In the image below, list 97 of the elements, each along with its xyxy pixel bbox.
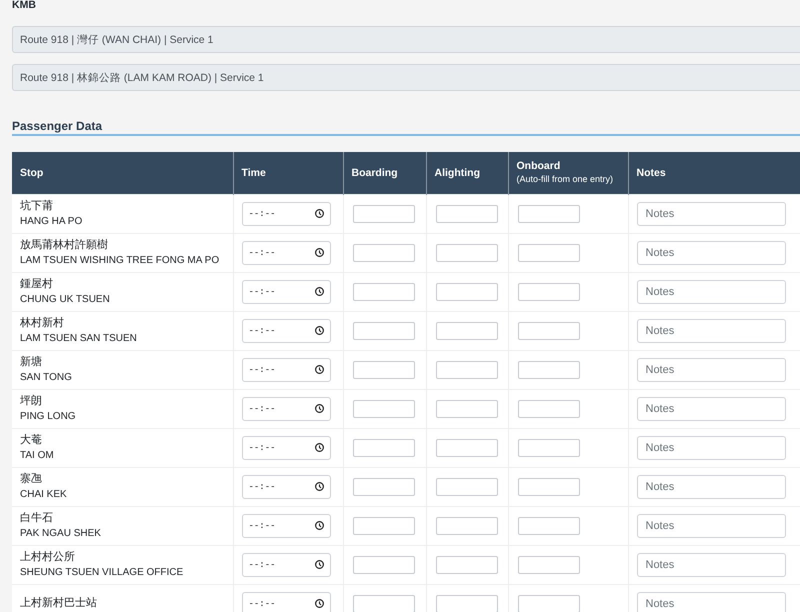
stop-name-english: LAM TSUEN SAN TSUEN [20, 332, 137, 346]
boarding-field[interactable] [352, 438, 414, 456]
onboard-field[interactable] [518, 556, 580, 574]
clock-icon[interactable] [314, 365, 324, 374]
boarding-field[interactable] [352, 244, 414, 262]
onboard-field[interactable] [518, 594, 580, 612]
clock-icon[interactable] [314, 326, 324, 335]
clock-icon[interactable] [314, 404, 324, 413]
onboard-field[interactable] [518, 400, 580, 418]
time-field[interactable]: --:-- [242, 552, 330, 576]
alighting-field[interactable] [436, 478, 498, 496]
stop-name-english: PING LONG [20, 410, 76, 424]
clock-icon[interactable] [314, 521, 324, 530]
column-header: Alighting [426, 152, 508, 194]
notes-field[interactable]: Notes [636, 358, 786, 382]
stop-name-chinese: 新塘 [20, 354, 42, 370]
time-field[interactable]: --:-- [242, 358, 330, 382]
column-header: Time [233, 152, 343, 194]
onboard-field[interactable] [518, 204, 580, 222]
time-field[interactable]: --:-- [242, 474, 330, 498]
stop-name-english: SHEUNG TSUEN VILLAGE OFFICE [20, 566, 184, 580]
time-field[interactable]: --:-- [242, 436, 330, 460]
stop-name-chinese: 鍾屋村 [20, 276, 53, 292]
time-field[interactable]: --:-- [242, 514, 330, 538]
column-header: Onboard (Auto-fill from one entry) [508, 152, 628, 194]
section-title: Passenger Data [12, 119, 102, 133]
notes-field[interactable]: Notes [636, 280, 786, 304]
alighting-field[interactable] [436, 556, 498, 574]
onboard-field[interactable] [518, 516, 580, 534]
stop-name-english: TAI OM [20, 448, 54, 462]
notes-field[interactable]: Notes [636, 514, 786, 538]
column-header: Boarding [343, 152, 426, 194]
clock-icon[interactable] [314, 599, 324, 608]
notes-field[interactable]: Notes [636, 240, 786, 264]
clock-icon[interactable] [314, 287, 324, 296]
onboard-field[interactable] [518, 322, 580, 340]
operator-label: KMB [12, 0, 36, 11]
stop-name-chinese: 上村新村巴士站 [20, 596, 97, 612]
stop-name-chinese: 上村村公所 [20, 550, 75, 564]
stop-name-english: LAM TSUEN WISHING TREE FONG MA PO [20, 254, 220, 268]
clock-icon[interactable] [314, 482, 324, 491]
clock-icon[interactable] [314, 560, 324, 569]
boarding-field[interactable] [352, 322, 414, 340]
time-field[interactable]: --:-- [242, 240, 330, 264]
column-header: Stop [12, 152, 233, 194]
alighting-field[interactable] [436, 204, 498, 222]
stop-name-english: CHAI KEK [20, 488, 67, 502]
alighting-field[interactable] [436, 244, 498, 262]
alighting-field[interactable] [436, 516, 498, 534]
stop-name-english: SAN TONG [20, 370, 72, 384]
clock-icon[interactable] [314, 248, 324, 257]
boarding-field[interactable] [352, 594, 414, 612]
onboard-field[interactable] [518, 244, 580, 262]
stop-name-chinese: 大菴 [20, 432, 42, 448]
clock-icon[interactable] [314, 443, 324, 452]
notes-field[interactable]: Notes [636, 318, 786, 342]
notes-field[interactable]: Notes [636, 552, 786, 576]
route-field: Route 918 | 林錦公路 (LAM KAM ROAD) | Service 1 [12, 64, 800, 91]
stop-name-english: PAK NGAU SHEK [20, 526, 101, 540]
stop-name-chinese: 坪朗 [20, 394, 42, 408]
time-field[interactable]: --:-- [242, 396, 330, 420]
time-field[interactable]: --:-- [242, 318, 330, 342]
onboard-field[interactable] [518, 282, 580, 300]
time-field[interactable]: --:-- [242, 592, 330, 612]
boarding-field[interactable] [352, 516, 414, 534]
notes-field[interactable]: Notes [636, 436, 786, 460]
boarding-field[interactable] [352, 400, 414, 418]
stop-name-chinese: 白牛石 [20, 510, 53, 526]
notes-field[interactable]: Notes [636, 474, 786, 498]
boarding-field[interactable] [352, 282, 414, 300]
onboard-field[interactable] [518, 478, 580, 496]
route-field: Route 918 | 灣仔 (WAN CHAI) | Service 1 [12, 26, 800, 53]
alighting-field[interactable] [436, 322, 498, 340]
stop-name-chinese: 林村新村 [20, 316, 64, 330]
stop-name-english: CHUNG UK TSUEN [20, 292, 110, 306]
onboard-field[interactable] [518, 360, 580, 378]
notes-field[interactable]: Notes [636, 396, 786, 420]
boarding-field[interactable] [352, 556, 414, 574]
column-header: Notes [628, 152, 800, 194]
stop-name-chinese: 坑下莆 [20, 198, 53, 214]
time-field[interactable]: --:-- [242, 202, 330, 226]
alighting-field[interactable] [436, 360, 498, 378]
alighting-field[interactable] [436, 400, 498, 418]
alighting-field[interactable] [436, 282, 498, 300]
stop-name-chinese: 寨乪 [20, 472, 42, 486]
onboard-field[interactable] [518, 438, 580, 456]
time-field[interactable]: --:-- [242, 280, 330, 304]
boarding-field[interactable] [352, 478, 414, 496]
boarding-field[interactable] [352, 360, 414, 378]
alighting-field[interactable] [436, 438, 498, 456]
stop-name-english: HANG HA PO [20, 214, 82, 228]
clock-icon[interactable] [314, 209, 324, 218]
notes-field[interactable]: Notes [636, 592, 786, 612]
stop-name-chinese: 放馬莆林村許願樹 [20, 238, 108, 252]
alighting-field[interactable] [436, 594, 498, 612]
boarding-field[interactable] [352, 204, 414, 222]
notes-field[interactable]: Notes [636, 202, 786, 226]
